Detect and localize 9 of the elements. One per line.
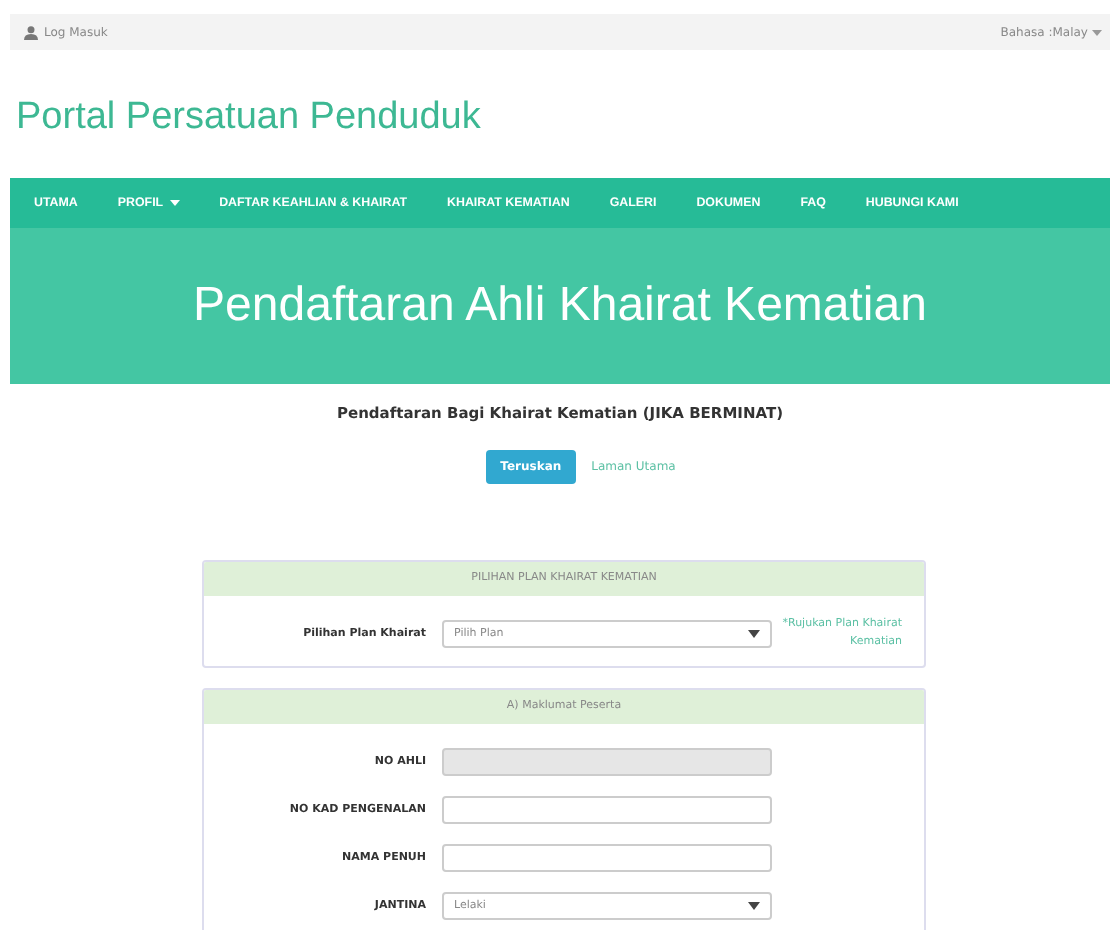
hero-title: Pendaftaran Ahli Khairat Kematian <box>193 278 927 334</box>
input-field[interactable] <box>442 844 772 872</box>
caret-icon <box>1092 29 1102 35</box>
input-field[interactable] <box>442 796 772 824</box>
caret-icon <box>169 200 180 206</box>
site-title: Portal Persatuan Penduduk <box>16 94 483 142</box>
dropdown-icon <box>748 902 760 910</box>
user-icon <box>24 25 38 39</box>
dropdown-icon <box>748 630 760 638</box>
